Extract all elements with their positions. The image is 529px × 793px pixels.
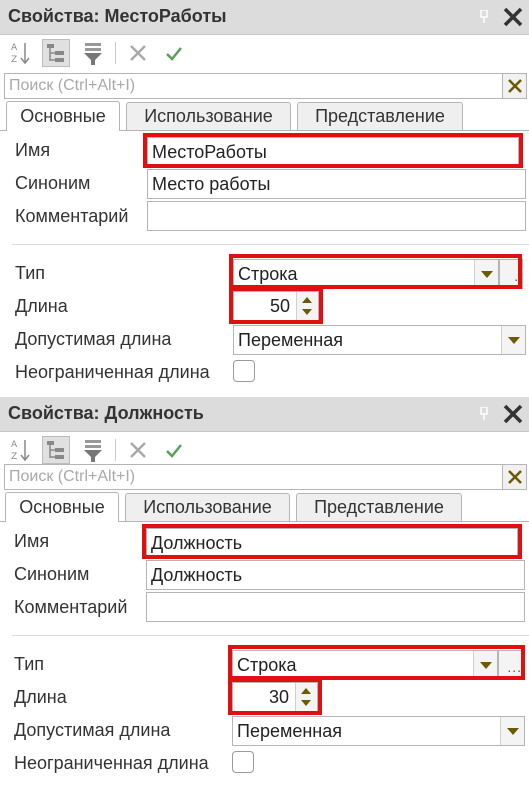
synonym-field[interactable]: Должность: [146, 560, 525, 590]
type-dropdown[interactable]: Строка: [233, 259, 499, 289]
comment-field[interactable]: [146, 592, 525, 622]
type-select-button[interactable]: ..: [499, 259, 523, 289]
search-input[interactable]: Поиск (Ctrl+Alt+I): [4, 73, 503, 99]
cancel-x-icon[interactable]: [124, 39, 152, 67]
allowed-length-dropdown[interactable]: Переменная: [233, 325, 526, 355]
unlimited-length-checkbox[interactable]: [233, 360, 255, 382]
section-divider: [12, 635, 529, 636]
length-label: Длина: [15, 296, 68, 316]
unlimited-length-label: Неограниченная длина: [15, 362, 210, 382]
properties-panel: Свойства: МестоРаботы AZ Поиск (Ctrl+Alt…: [0, 0, 529, 391]
ellipsis-icon: ...: [507, 659, 522, 675]
name-field[interactable]: Должность: [146, 528, 518, 558]
close-icon[interactable]: [502, 403, 524, 425]
toolbar-separator: [115, 42, 116, 64]
filter-icon[interactable]: [80, 39, 108, 67]
svg-text:A: A: [11, 43, 18, 53]
panel-titlebar: Свойства: Должность: [0, 397, 529, 432]
length-value: 30: [268, 687, 289, 707]
unlimited-length-checkbox[interactable]: [232, 751, 254, 773]
panel-title: Свойства: Должность: [8, 403, 204, 423]
toolbar: AZ: [0, 432, 529, 467]
type-select-button[interactable]: ...: [498, 650, 523, 680]
type-label: Тип: [14, 654, 45, 674]
type-label: Тип: [15, 263, 46, 283]
tree-view-icon[interactable]: [42, 436, 70, 464]
length-stepper[interactable]: [295, 683, 317, 711]
length-input[interactable]: 50: [233, 291, 319, 321]
chevron-down-icon[interactable]: [500, 717, 524, 745]
sort-alphabetical-icon[interactable]: AZ: [6, 39, 34, 67]
length-input[interactable]: 30: [232, 682, 318, 712]
search-clear-icon[interactable]: [503, 464, 527, 490]
panel-title: Свойства: МестоРаботы: [8, 6, 227, 26]
check-icon[interactable]: [160, 436, 188, 464]
comment-field[interactable]: [147, 201, 526, 231]
chevron-down-icon[interactable]: [501, 326, 525, 354]
allowed-length-value: Переменная: [238, 330, 343, 350]
comment-label: Комментарий: [15, 206, 129, 226]
filter-icon[interactable]: [80, 436, 108, 464]
panel-titlebar: Свойства: МестоРаботы: [0, 0, 529, 35]
type-value: Строка: [237, 655, 297, 675]
cancel-x-icon[interactable]: [124, 436, 152, 464]
pin-icon[interactable]: [480, 9, 488, 23]
allowed-length-label: Допустимая длина: [15, 329, 172, 349]
allowed-length-value: Переменная: [237, 721, 342, 741]
spin-down-icon[interactable]: [302, 309, 312, 315]
search-clear-icon[interactable]: [503, 73, 527, 99]
allowed-length-dropdown[interactable]: Переменная: [232, 716, 525, 746]
tab-presentation[interactable]: Представление: [297, 102, 463, 130]
svg-text:Z: Z: [11, 452, 17, 462]
ellipsis-icon: ..: [514, 268, 522, 284]
chevron-down-icon[interactable]: [473, 651, 497, 679]
svg-text:A: A: [11, 440, 18, 450]
svg-text:Z: Z: [11, 55, 17, 65]
spin-up-icon[interactable]: [302, 297, 312, 303]
synonym-label: Синоним: [14, 564, 90, 584]
tab-usage[interactable]: Использование: [125, 493, 290, 521]
pin-icon[interactable]: [480, 406, 488, 420]
check-icon[interactable]: [160, 39, 188, 67]
properties-panel: Свойства: Должность AZ Поиск (Ctrl+Alt+I…: [0, 391, 529, 782]
toolbar-separator: [115, 439, 116, 461]
name-label: Имя: [14, 531, 50, 551]
spin-up-icon[interactable]: [301, 688, 311, 694]
length-value: 50: [269, 296, 290, 316]
tab-main[interactable]: Основные: [5, 492, 119, 522]
length-label: Длина: [14, 687, 67, 707]
tab-main[interactable]: Основные: [6, 101, 120, 131]
synonym-label: Синоним: [15, 173, 91, 193]
tab-usage[interactable]: Использование: [126, 102, 291, 130]
length-stepper[interactable]: [296, 292, 318, 320]
type-dropdown[interactable]: Строка: [232, 650, 498, 680]
chevron-down-icon[interactable]: [474, 260, 498, 288]
synonym-field[interactable]: Место работы: [147, 169, 526, 199]
name-label: Имя: [15, 140, 51, 160]
name-field[interactable]: МестоРаботы: [147, 137, 519, 167]
allowed-length-label: Допустимая длина: [14, 720, 171, 740]
close-icon[interactable]: [502, 6, 524, 28]
tree-view-icon[interactable]: [42, 39, 70, 67]
search-input[interactable]: Поиск (Ctrl+Alt+I): [4, 464, 503, 490]
section-divider: [12, 244, 529, 245]
tab-presentation[interactable]: Представление: [296, 493, 462, 521]
unlimited-length-label: Неограниченная длина: [14, 753, 209, 773]
spin-down-icon[interactable]: [301, 700, 311, 706]
type-value: Строка: [238, 264, 298, 284]
toolbar: AZ: [0, 35, 529, 70]
comment-label: Комментарий: [14, 597, 128, 617]
sort-alphabetical-icon[interactable]: AZ: [6, 436, 34, 464]
